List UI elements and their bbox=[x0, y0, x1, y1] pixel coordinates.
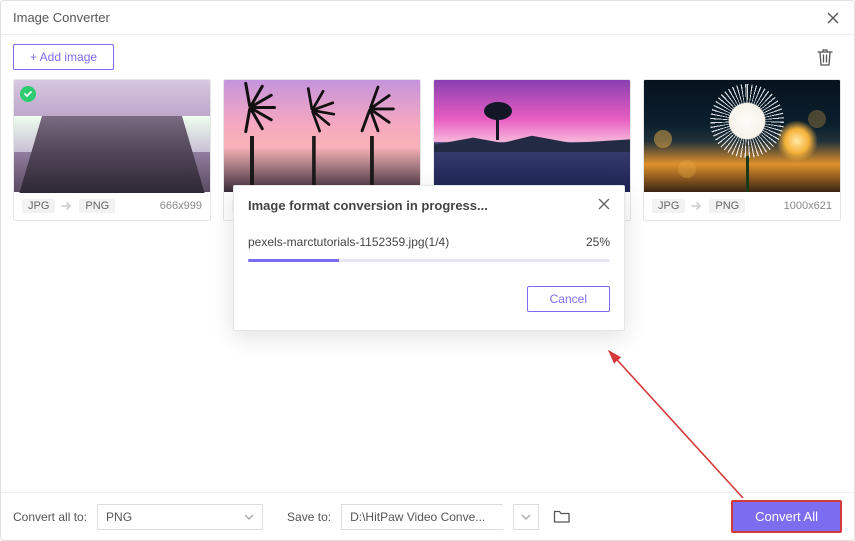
add-image-button[interactable]: + Add image bbox=[13, 44, 114, 70]
chevron-down-icon bbox=[244, 514, 254, 520]
dialog-close-button[interactable] bbox=[598, 198, 610, 213]
progress-dialog: Image format conversion in progress... p… bbox=[233, 185, 625, 331]
image-dimensions: 666x999 bbox=[160, 200, 202, 212]
arrow-right-icon bbox=[61, 201, 73, 211]
save-path-value: D:\HitPaw Video Conve... bbox=[350, 510, 485, 524]
progress-bar-fill bbox=[248, 259, 339, 262]
close-icon bbox=[827, 12, 839, 24]
arrow-right-icon bbox=[691, 201, 703, 211]
window-title: Image Converter bbox=[13, 10, 824, 25]
dialog-title: Image format conversion in progress... bbox=[248, 198, 598, 213]
toolbar: + Add image bbox=[1, 35, 854, 79]
window-close-button[interactable] bbox=[824, 9, 842, 27]
image-thumbnail bbox=[434, 80, 630, 192]
save-path-select[interactable]: D:\HitPaw Video Conve... bbox=[341, 504, 503, 530]
convert-all-label: Convert all to: bbox=[13, 510, 87, 524]
app-window: Image Converter + Add image JPG bbox=[0, 0, 855, 541]
cancel-button-label: Cancel bbox=[550, 292, 587, 306]
add-image-label: + Add image bbox=[30, 50, 97, 64]
close-icon bbox=[598, 198, 610, 210]
selected-badge bbox=[20, 86, 36, 102]
folder-icon bbox=[553, 508, 571, 524]
image-card[interactable]: JPG PNG 666x999 bbox=[13, 79, 211, 221]
cancel-button[interactable]: Cancel bbox=[527, 286, 610, 312]
target-format: PNG bbox=[79, 199, 115, 213]
output-format-value: PNG bbox=[106, 510, 132, 524]
trash-icon bbox=[816, 47, 834, 67]
source-format: JPG bbox=[22, 199, 55, 213]
target-format: PNG bbox=[709, 199, 745, 213]
chevron-down-icon bbox=[521, 514, 531, 520]
image-meta: JPG PNG 1000x621 bbox=[644, 192, 840, 220]
progress-filename: pexels-marctutorials-1152359.jpg(1/4) bbox=[248, 235, 449, 249]
image-thumbnail bbox=[224, 80, 420, 192]
progress-percent: 25% bbox=[586, 235, 610, 249]
check-icon bbox=[23, 89, 33, 99]
image-thumbnail bbox=[14, 80, 210, 192]
progress-bar-track bbox=[248, 259, 610, 262]
image-dimensions: 1000x621 bbox=[784, 200, 832, 212]
save-path-dropdown-button[interactable] bbox=[513, 504, 539, 530]
image-meta: JPG PNG 666x999 bbox=[14, 192, 210, 220]
footer-bar: Convert all to: PNG Save to: D:\HitPaw V… bbox=[1, 492, 854, 540]
source-format: JPG bbox=[652, 199, 685, 213]
delete-button[interactable] bbox=[816, 47, 836, 67]
convert-all-button[interactable]: Convert All bbox=[731, 500, 842, 533]
output-format-select[interactable]: PNG bbox=[97, 504, 263, 530]
image-thumbnail bbox=[644, 80, 840, 192]
title-bar: Image Converter bbox=[1, 1, 854, 35]
convert-all-button-label: Convert All bbox=[755, 509, 818, 524]
save-to-label: Save to: bbox=[287, 510, 331, 524]
browse-folder-button[interactable] bbox=[553, 508, 571, 526]
image-card[interactable]: JPG PNG 1000x621 bbox=[643, 79, 841, 221]
